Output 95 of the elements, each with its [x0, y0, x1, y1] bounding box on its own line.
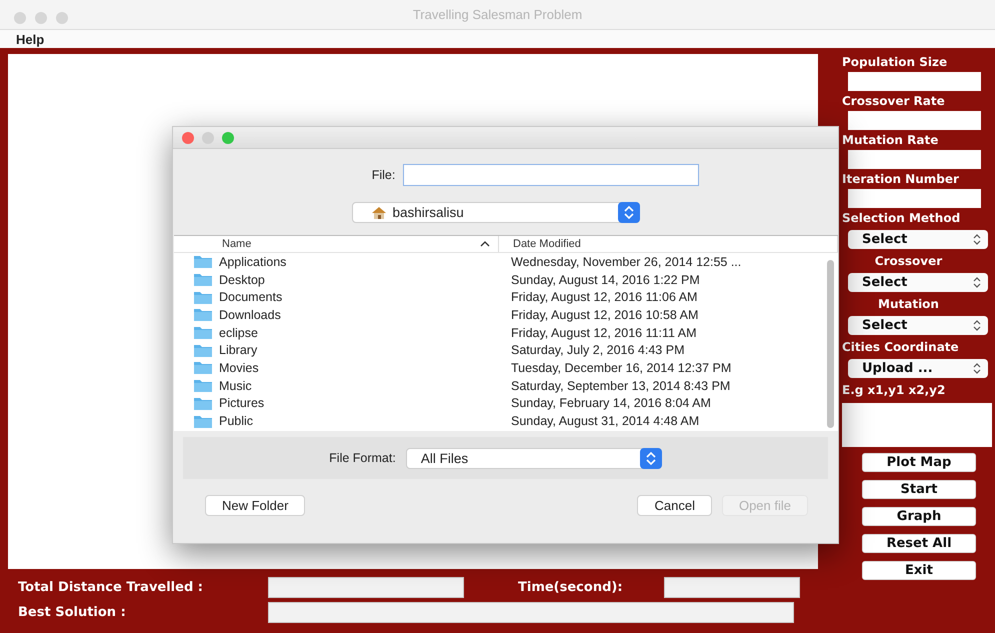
date-modified: Sunday, February 14, 2016 8:04 AM	[511, 396, 712, 410]
best-solution-label: Best Solution :	[18, 605, 127, 620]
file-name: Desktop	[219, 272, 265, 287]
setting-dropdown[interactable]: Select	[848, 316, 988, 335]
folder-icon	[193, 272, 213, 288]
setting-label: Population Size	[842, 54, 948, 71]
setting-label: Crossover	[874, 253, 944, 270]
setting-label: Crossover Rate	[842, 93, 946, 110]
file-name: Pictures	[219, 396, 264, 410]
file-row[interactable]: Music Saturday, September 13, 2014 8:43 PM	[174, 376, 838, 394]
folder-icon	[193, 360, 213, 376]
date-modified: Friday, August 12, 2016 11:06 AM	[511, 290, 698, 304]
time-field[interactable]	[664, 577, 800, 598]
setting-field[interactable]	[848, 111, 981, 130]
date-modified: Saturday, September 13, 2014 8:43 PM	[511, 378, 732, 393]
format-label: File Format:	[329, 451, 396, 465]
date-modified: Friday, August 12, 2016 10:58 AM	[511, 308, 700, 322]
stepper-icon	[972, 362, 982, 375]
date-modified: Saturday, July 2, 2016 4:43 PM	[511, 343, 686, 358]
setting-field[interactable]	[848, 189, 981, 208]
coordinates-area[interactable]	[842, 403, 992, 447]
best-solution-field[interactable]	[268, 602, 794, 623]
window-title: Travelling Salesman Problem	[412, 7, 582, 22]
folder-icon	[193, 325, 213, 340]
window-control-icon[interactable]	[182, 132, 194, 144]
folder-icon	[193, 378, 213, 394]
file-name: Library	[219, 343, 258, 358]
date-modified: Wednesday, November 26, 2014 12:55 ...	[511, 254, 742, 269]
file-name: eclipse	[219, 326, 258, 340]
file-row[interactable]: Library Saturday, July 2, 2016 4:43 PM	[174, 341, 838, 360]
stepper-icon	[972, 276, 982, 289]
file-name: Music	[219, 378, 252, 393]
window-control-icon[interactable]	[14, 12, 26, 24]
column-header[interactable]: Date Modified	[499, 236, 838, 252]
dialog-button[interactable]: New Folder	[205, 495, 306, 516]
setting-label: Mutation	[877, 296, 940, 313]
window-control-icon[interactable]	[35, 12, 47, 24]
stepper-icon	[618, 202, 640, 223]
folder-icon	[193, 342, 213, 358]
window-control-icon[interactable]	[222, 132, 234, 144]
distance-field[interactable]	[268, 577, 464, 598]
file-row[interactable]: Desktop Sunday, August 14, 2016 1:22 PM	[174, 270, 838, 288]
file-name: Downloads	[219, 308, 281, 322]
setting-field[interactable]	[848, 150, 981, 169]
folder-icon	[193, 307, 213, 322]
home-icon	[370, 206, 386, 220]
file-name: Public	[219, 414, 254, 428]
action-button[interactable]: Plot Map	[862, 453, 976, 472]
folder-icon	[193, 290, 213, 305]
folder-icon	[193, 396, 213, 411]
setting-label: Mutation Rate	[842, 132, 940, 149]
time-label: Time(second):	[518, 580, 624, 595]
sort-caret-icon	[480, 241, 490, 247]
file-row[interactable]: Movies Tuesday, December 16, 2014 12:37 PM	[174, 359, 838, 377]
window-control-icon[interactable]	[202, 132, 214, 144]
file-row[interactable]: Documents Friday, August 12, 2016 11:06 AM	[174, 288, 838, 306]
stepper-icon	[972, 319, 982, 332]
file-row[interactable]: Public Sunday, August 31, 2014 4:48 AM	[174, 412, 838, 430]
file-row[interactable]: Downloads Friday, August 12, 2016 10:58 AM	[174, 306, 838, 324]
setting-dropdown[interactable]: Select	[848, 273, 988, 292]
setting-field[interactable]	[848, 72, 981, 91]
setting-dropdown[interactable]: Select	[848, 230, 988, 249]
setting-label: Cities Coordinate	[842, 339, 960, 356]
folder-icon	[193, 254, 213, 270]
setting-label: Selection Method	[842, 210, 962, 227]
menu-item[interactable]: Help	[16, 32, 44, 46]
folder-icon	[193, 414, 213, 429]
action-button[interactable]: Exit	[862, 561, 976, 580]
coordinates-hint: E.g x1,y1 x2,y2	[842, 382, 946, 399]
file-row[interactable]: Applications Wednesday, November 26, 2014 12:55 ...	[174, 253, 838, 271]
setting-label: Iteration Number	[842, 171, 960, 188]
file-name: Documents	[219, 290, 282, 304]
file-name-field[interactable]	[403, 164, 700, 186]
file-row[interactable]: eclipse Friday, August 12, 2016 11:11 AM	[174, 324, 838, 342]
location-dropdown[interactable]: bashirsalisu	[352, 202, 640, 223]
date-modified: Tuesday, December 16, 2014 12:37 PM	[511, 360, 732, 375]
action-button[interactable]: Start	[862, 480, 976, 499]
date-modified: Sunday, August 31, 2014 4:48 AM	[511, 414, 700, 428]
file-name: Movies	[219, 360, 259, 375]
file-row[interactable]: Pictures Sunday, February 14, 2016 8:04 AM	[174, 394, 838, 412]
distance-label: Total Distance Travelled :	[18, 580, 204, 595]
stepper-icon	[972, 233, 982, 246]
stepper-icon	[640, 448, 662, 468]
action-button[interactable]: Graph	[862, 507, 976, 526]
scrollbar-thumb[interactable]	[827, 260, 834, 428]
file-label: File:	[372, 168, 396, 182]
column-header[interactable]: Name	[174, 236, 499, 252]
format-dropdown[interactable]: All Files	[406, 448, 662, 468]
setting-dropdown[interactable]: Upload ...	[848, 359, 988, 378]
action-button[interactable]: Reset All	[862, 534, 976, 553]
file-name: Applications	[219, 254, 286, 269]
date-modified: Sunday, August 14, 2016 1:22 PM	[511, 272, 701, 287]
date-modified: Friday, August 12, 2016 11:11 AM	[511, 326, 698, 340]
dialog-button[interactable]: Cancel	[637, 495, 712, 516]
window-control-icon[interactable]	[56, 12, 68, 24]
